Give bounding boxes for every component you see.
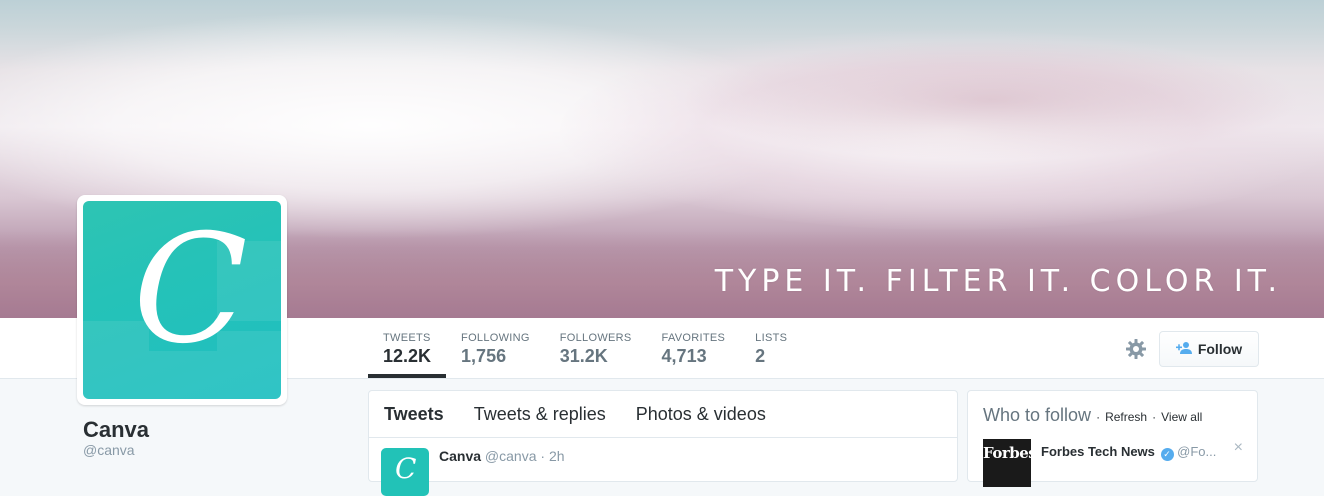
profile-name[interactable]: Canva <box>83 417 149 443</box>
canva-logo-letter: C <box>133 203 248 377</box>
add-user-icon <box>1175 341 1192 358</box>
profile-stats: TWEETS 12.2K FOLLOWING 1,756 FOLLOWERS 3… <box>368 318 802 378</box>
stat-value: 4,713 <box>661 346 707 366</box>
account-handle: @Fo... <box>1177 444 1217 459</box>
stat-label: TWEETS <box>383 332 431 344</box>
stat-label: FOLLOWING <box>461 332 530 344</box>
account-name[interactable]: Forbes Tech News <box>1041 444 1155 459</box>
separator: · <box>1152 410 1157 424</box>
timeline-panel: Tweets Tweets & replies Photos & videos … <box>368 390 958 496</box>
tab-photos-videos[interactable]: Photos & videos <box>621 404 781 425</box>
view-all-link[interactable]: View all <box>1161 410 1202 424</box>
stat-value: 31.2K <box>559 346 608 366</box>
tweet[interactable]: C Canva @canva · 2h <box>369 438 957 496</box>
tab-tweets-replies[interactable]: Tweets & replies <box>459 404 621 425</box>
banner-tagline: TYPE IT. FILTER IT. COLOR IT. <box>714 264 1282 299</box>
profile-handle[interactable]: @canva <box>83 442 135 458</box>
stat-label: FOLLOWERS <box>559 332 632 344</box>
stat-value: 1,756 <box>461 346 507 366</box>
canva-logo-letter: C <box>395 452 417 485</box>
avatar: C <box>83 201 281 399</box>
suggested-account[interactable]: Forbes Forbes Tech News ✓ @Fo... × <box>983 439 1243 487</box>
who-to-follow-header: Who to follow · Refresh · View all <box>983 405 1202 426</box>
close-icon[interactable]: × <box>1234 439 1243 457</box>
stat-lists[interactable]: LISTS 2 <box>740 318 802 378</box>
verified-icon: ✓ <box>1160 448 1174 461</box>
stat-tweets[interactable]: TWEETS 12.2K <box>368 318 447 378</box>
stat-followers[interactable]: FOLLOWERS 31.2K <box>545 318 647 378</box>
suggested-account-name: Forbes Tech News ✓ @Fo... <box>1041 444 1216 461</box>
stat-value: 2 <box>755 346 766 366</box>
tab-tweets[interactable]: Tweets <box>369 404 459 425</box>
stat-favorites[interactable]: FAVORITES 4,713 <box>647 318 741 378</box>
follow-button[interactable]: Follow <box>1159 331 1259 367</box>
stat-label: FAVORITES <box>661 332 726 344</box>
tweet-separator: · <box>540 448 546 464</box>
gear-icon[interactable] <box>1124 337 1148 361</box>
forbes-logo[interactable]: Forbes <box>983 439 1037 487</box>
tweet-header: Canva @canva · 2h <box>439 448 565 464</box>
follow-label: Follow <box>1197 341 1243 357</box>
stat-label: LISTS <box>755 332 788 344</box>
who-to-follow-panel: Who to follow · Refresh · View all Forbe… <box>967 390 1258 487</box>
refresh-link[interactable]: Refresh <box>1105 410 1147 424</box>
who-to-follow-title: Who to follow <box>983 405 1092 425</box>
timeline-tabs: Tweets Tweets & replies Photos & videos <box>369 391 957 438</box>
tweet-author-name[interactable]: Canva <box>439 448 481 464</box>
stat-following[interactable]: FOLLOWING 1,756 <box>446 318 545 378</box>
separator: · <box>1096 410 1101 424</box>
tweet-timestamp[interactable]: 2h <box>549 448 565 464</box>
stat-value: 12.2K <box>383 346 432 366</box>
tweet-author-handle[interactable]: @canva <box>485 448 537 464</box>
avatar[interactable]: C <box>381 448 429 496</box>
profile-avatar[interactable]: C <box>77 195 287 405</box>
